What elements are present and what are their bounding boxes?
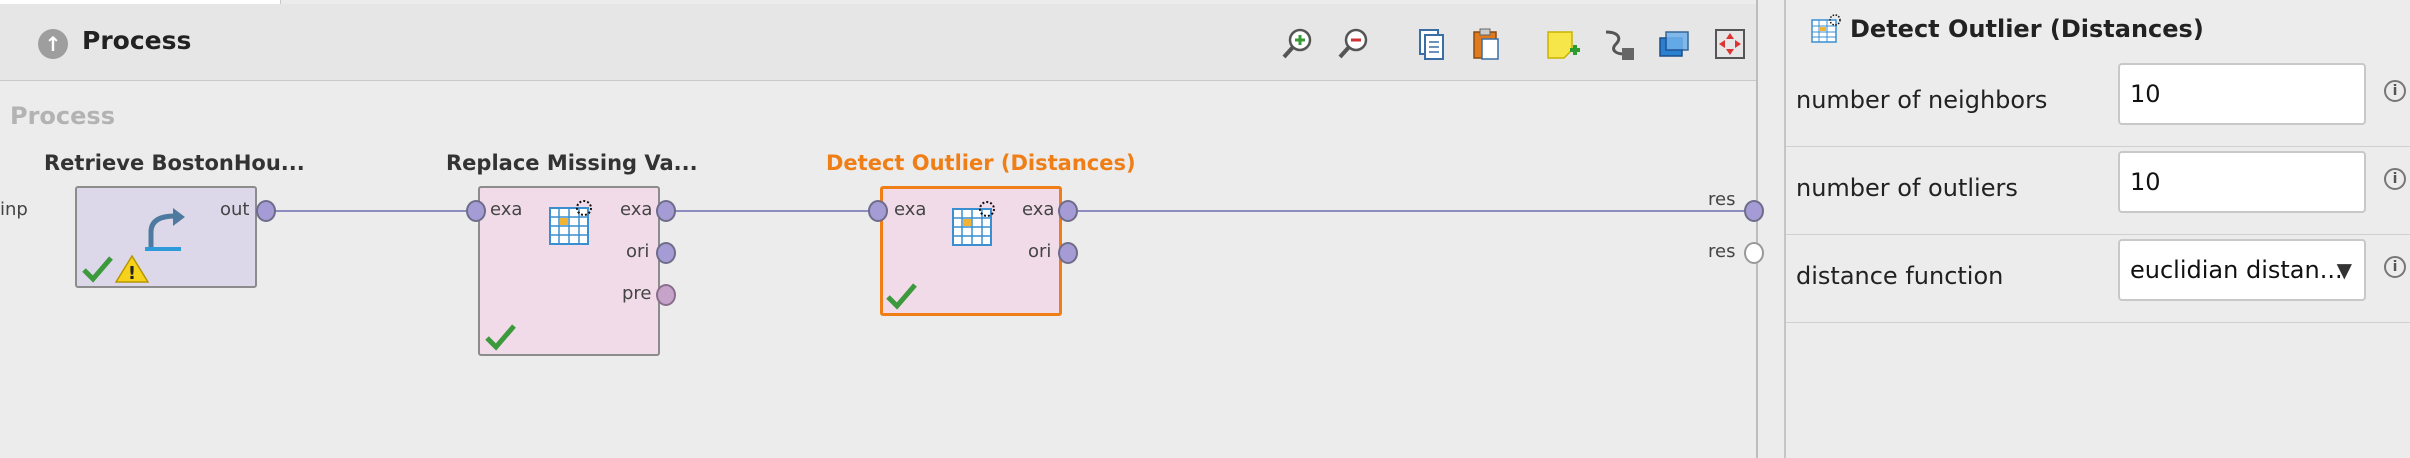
status-ok-icon xyxy=(886,283,917,310)
param-label: distance function xyxy=(1796,262,2004,290)
status-ok-icon xyxy=(82,256,113,283)
retrieve-icon xyxy=(145,208,185,251)
paste-icon[interactable] xyxy=(1466,24,1506,64)
port-label-in-exa: exa xyxy=(490,199,523,220)
warning-icon: ! xyxy=(115,254,149,284)
process-header: ↑ Process xyxy=(0,4,1756,81)
port-in-exa[interactable] xyxy=(868,200,888,222)
zoom-in-icon[interactable] xyxy=(1278,24,1318,64)
operator-title-detect-outlier: Detect Outlier (Distances) xyxy=(826,151,1136,175)
port-out-ori[interactable] xyxy=(656,242,676,264)
parameters-title: Detect Outlier (Distances) xyxy=(1850,15,2204,43)
port-label-in-exa: exa xyxy=(894,199,927,220)
port-label-out-exa: exa xyxy=(620,199,653,220)
add-note-icon[interactable] xyxy=(1542,24,1582,64)
parameters-panel: Detect Outlier (Distances) number of nei… xyxy=(1784,0,2410,458)
result-port-label: res xyxy=(1708,241,1736,262)
number-of-neighbors-input[interactable]: 10 xyxy=(2118,63,2366,125)
svg-text:!: ! xyxy=(128,263,136,284)
table-icon xyxy=(1811,14,1841,43)
fit-view-icon[interactable] xyxy=(1710,24,1750,64)
copy-icon[interactable] xyxy=(1410,24,1450,64)
port-label-out-ori: ori xyxy=(626,241,650,262)
param-row-neighbors: number of neighbors 10 i xyxy=(1786,58,2410,147)
port-out[interactable] xyxy=(256,200,276,222)
page-title: Process xyxy=(82,26,192,55)
info-icon[interactable]: i xyxy=(2384,256,2406,278)
port-label-out-pre: pre xyxy=(622,283,652,304)
result-port-label: res xyxy=(1708,189,1736,210)
param-label: number of outliers xyxy=(1796,174,2018,202)
param-row-distance: distance function euclidian distan... ▼ … xyxy=(1786,234,2410,323)
connections xyxy=(266,210,1754,212)
info-icon[interactable]: i xyxy=(2384,80,2406,102)
port-out-exa[interactable] xyxy=(1058,200,1078,222)
table-icon xyxy=(952,201,995,246)
up-arrow-icon[interactable]: ↑ xyxy=(38,29,68,59)
distance-function-select[interactable]: euclidian distan... ▼ xyxy=(2118,239,2366,301)
port-in-exa[interactable] xyxy=(466,200,486,222)
auto-wire-icon[interactable] xyxy=(1598,24,1638,64)
param-label: number of neighbors xyxy=(1796,86,2048,114)
port-out-pre[interactable] xyxy=(656,284,676,306)
zoom-out-icon[interactable] xyxy=(1334,24,1374,64)
port-label-out: out xyxy=(220,199,250,220)
select-value: euclidian distan... xyxy=(2130,256,2343,284)
layers-icon[interactable] xyxy=(1654,24,1694,64)
result-port-2[interactable] xyxy=(1744,242,1764,264)
process-panel: ↑ Process Process inp Retrieve BostonHou… xyxy=(0,0,1764,458)
status-ok-icon xyxy=(485,324,516,351)
number-of-outliers-input[interactable]: 10 xyxy=(2118,151,2366,213)
operator-title-replace: Replace Missing Va... xyxy=(446,151,698,175)
info-icon[interactable]: i xyxy=(2384,168,2406,190)
port-out-exa[interactable] xyxy=(656,200,676,222)
process-canvas[interactable]: Process inp Retrieve BostonHou... ! out xyxy=(0,81,1764,458)
port-label-out-exa: exa xyxy=(1022,199,1055,220)
param-row-outliers: number of outliers 10 i xyxy=(1786,146,2410,235)
process-input-port-label: inp xyxy=(0,199,28,220)
chevron-down-icon: ▼ xyxy=(2336,258,2352,282)
table-icon xyxy=(549,200,592,245)
operator-title-retrieve: Retrieve BostonHou... xyxy=(44,151,305,175)
result-port-1[interactable] xyxy=(1744,200,1764,222)
port-label-out-ori: ori xyxy=(1028,241,1052,262)
port-out-ori[interactable] xyxy=(1058,242,1078,264)
